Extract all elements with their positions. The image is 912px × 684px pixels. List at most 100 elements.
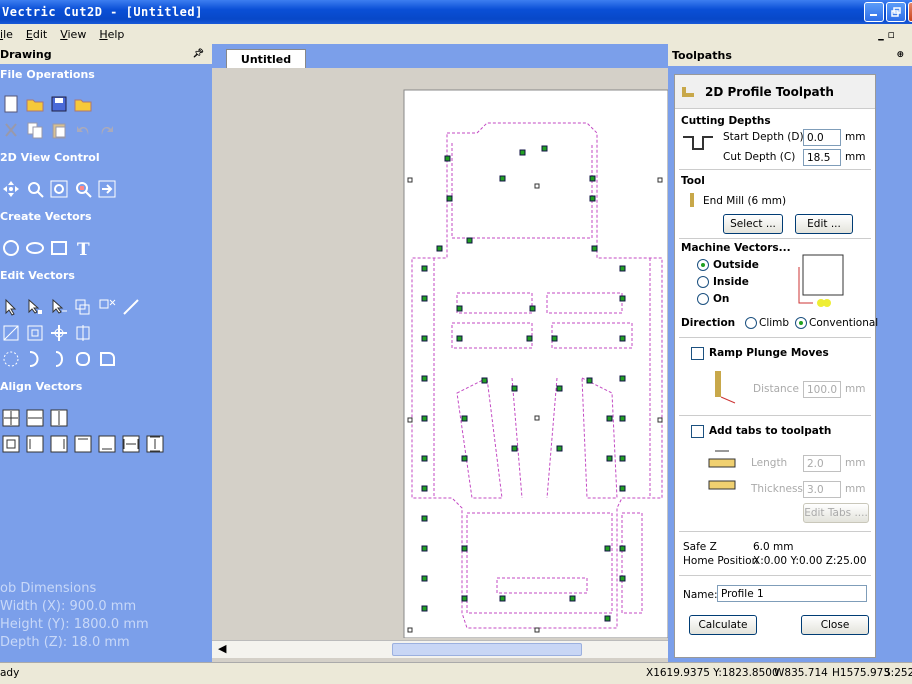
scroll-thumb[interactable] bbox=[392, 643, 582, 656]
align-center-icon[interactable] bbox=[2, 409, 20, 427]
group-icon[interactable] bbox=[74, 298, 92, 316]
climb-radio[interactable] bbox=[745, 317, 757, 329]
scale-icon[interactable] bbox=[26, 324, 44, 342]
document-area: Untitled ◀ bbox=[212, 44, 669, 662]
menu-help[interactable]: Help bbox=[99, 28, 124, 41]
cutting-depths-label: Cutting Depths bbox=[681, 115, 771, 127]
text-icon[interactable]: T bbox=[74, 239, 92, 257]
new-file-icon[interactable] bbox=[2, 95, 20, 113]
menu-file[interactable]: ile bbox=[0, 28, 13, 41]
align-all-icon[interactable] bbox=[2, 435, 20, 453]
climb-label: Climb bbox=[759, 317, 790, 329]
cut-depth-input[interactable]: 18.5 bbox=[803, 149, 841, 166]
outside-radio[interactable] bbox=[697, 259, 709, 271]
drawing-canvas[interactable] bbox=[212, 68, 669, 639]
move-icon[interactable] bbox=[50, 324, 68, 342]
mirror-icon[interactable] bbox=[2, 324, 20, 342]
zoom-selection-icon[interactable] bbox=[74, 180, 92, 198]
selection-s: S:252 bbox=[884, 667, 912, 679]
edit-tool-button[interactable]: Edit ... bbox=[795, 214, 853, 234]
length-input[interactable]: 2.0 bbox=[803, 455, 841, 472]
minimize-button[interactable] bbox=[864, 2, 884, 22]
circle-icon[interactable] bbox=[2, 239, 20, 257]
pan-icon[interactable] bbox=[2, 180, 20, 198]
design-drawing[interactable] bbox=[212, 68, 669, 639]
align-vcenter-icon[interactable] bbox=[50, 409, 68, 427]
thickness-input[interactable]: 3.0 bbox=[803, 481, 841, 498]
transform-icon[interactable] bbox=[50, 298, 68, 316]
section-file-operations: File Operations bbox=[0, 68, 95, 81]
scroll-left-arrow-icon[interactable]: ◀ bbox=[218, 642, 226, 655]
copy-icon[interactable] bbox=[26, 121, 44, 139]
restore-button[interactable] bbox=[886, 2, 906, 22]
undo-icon[interactable] bbox=[74, 121, 92, 139]
zoom-window-icon[interactable] bbox=[98, 180, 116, 198]
job-height: Height (Y): 1800.0 mm bbox=[0, 617, 149, 632]
conventional-radio[interactable] bbox=[795, 317, 807, 329]
home-position-label: Home Position bbox=[683, 555, 759, 567]
offset-icon[interactable] bbox=[2, 350, 20, 368]
save-icon[interactable] bbox=[50, 95, 68, 113]
zoom-all-icon[interactable] bbox=[50, 180, 68, 198]
space-vertical-icon[interactable] bbox=[146, 435, 164, 453]
tab-thickness-icon bbox=[708, 480, 736, 490]
view-control-row bbox=[2, 178, 212, 200]
section-edit-vectors: Edit Vectors bbox=[0, 269, 75, 282]
space-horizontal-icon[interactable] bbox=[122, 435, 140, 453]
pin-icon[interactable]: ⊕ bbox=[896, 50, 904, 60]
cut-icon[interactable] bbox=[2, 121, 20, 139]
trim-icon[interactable] bbox=[74, 350, 92, 368]
menu-bar: ile Edit View Help _ ▫ bbox=[0, 24, 912, 44]
home-position-value: X:0.00 Y:0.00 Z:25.00 bbox=[753, 555, 867, 567]
pin-icon[interactable]: 📌︎ bbox=[193, 49, 204, 59]
toolpath-name-input[interactable]: Profile 1 bbox=[717, 585, 867, 602]
cutting-depth-icon bbox=[683, 136, 713, 150]
zoom-icon[interactable] bbox=[26, 180, 44, 198]
name-label: Name: bbox=[683, 589, 718, 601]
close-vector-icon[interactable] bbox=[50, 350, 68, 368]
align-hcenter-icon[interactable] bbox=[26, 409, 44, 427]
close-window-button[interactable] bbox=[908, 2, 912, 22]
select-tool-button[interactable]: Select ... bbox=[723, 214, 783, 234]
horizontal-scrollbar[interactable]: ◀ bbox=[212, 640, 668, 658]
start-depth-input[interactable]: 0.0 bbox=[803, 129, 841, 146]
end-mill-icon bbox=[690, 193, 694, 207]
tab-untitled[interactable]: Untitled bbox=[226, 49, 306, 68]
measure-icon[interactable] bbox=[122, 298, 140, 316]
thickness-unit: mm bbox=[845, 483, 866, 495]
separator bbox=[679, 575, 871, 576]
menu-view[interactable]: View bbox=[60, 28, 86, 41]
rectangle-icon[interactable] bbox=[50, 239, 68, 257]
calculate-button[interactable]: Calculate bbox=[689, 615, 757, 635]
drawing-panel: Drawing 📌︎ File Operations 2D View Contr… bbox=[0, 44, 212, 662]
ramp-checkbox[interactable] bbox=[691, 347, 704, 360]
paste-icon[interactable] bbox=[50, 121, 68, 139]
mdi-controls[interactable]: _ ▫ bbox=[878, 28, 895, 41]
select-arrow-icon[interactable] bbox=[2, 298, 20, 316]
open-folder-icon[interactable] bbox=[26, 95, 44, 113]
close-button[interactable]: Close bbox=[801, 615, 869, 635]
fillet-icon[interactable] bbox=[98, 350, 116, 368]
node-edit-icon[interactable] bbox=[26, 298, 44, 316]
redo-icon[interactable] bbox=[98, 121, 116, 139]
status-text: ady bbox=[0, 667, 20, 679]
minimize-icon bbox=[870, 14, 877, 16]
tabs-checkbox[interactable] bbox=[691, 425, 704, 438]
ungroup-icon[interactable] bbox=[98, 298, 116, 316]
align-left-icon[interactable] bbox=[26, 435, 44, 453]
align-right-icon[interactable] bbox=[50, 435, 68, 453]
import-icon[interactable] bbox=[74, 95, 92, 113]
ellipse-icon[interactable] bbox=[26, 239, 44, 257]
form-title: 2D Profile Toolpath bbox=[705, 84, 834, 99]
on-radio[interactable] bbox=[697, 293, 709, 305]
distance-input[interactable]: 100.0 bbox=[803, 381, 841, 398]
separator bbox=[679, 415, 871, 416]
selection-width: W835.714 bbox=[774, 667, 828, 679]
align-bottom-icon[interactable] bbox=[98, 435, 116, 453]
edit-tabs-button[interactable]: Edit Tabs .... bbox=[803, 503, 869, 523]
align-top-icon[interactable] bbox=[74, 435, 92, 453]
join-icon[interactable] bbox=[26, 350, 44, 368]
inside-radio[interactable] bbox=[697, 276, 709, 288]
weld-icon[interactable] bbox=[74, 324, 92, 342]
menu-edit[interactable]: Edit bbox=[26, 28, 47, 41]
